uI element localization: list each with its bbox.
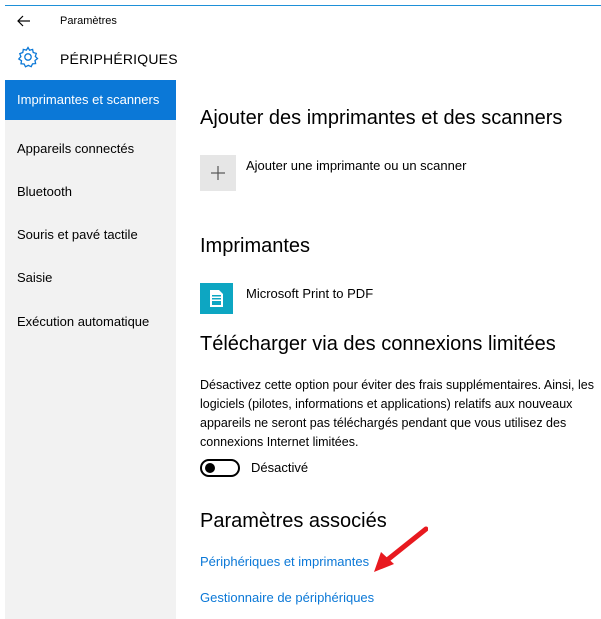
printer-glyph-icon (210, 290, 223, 307)
sidebar-item-label: Saisie (17, 270, 53, 285)
add-printer-button[interactable] (200, 155, 236, 191)
page-title: PÉRIPHÉRIQUES (60, 51, 178, 67)
sidebar-item-label: Bluetooth (17, 184, 72, 199)
sidebar-item-label: Appareils connectés (17, 141, 135, 156)
metered-toggle[interactable] (200, 459, 240, 477)
sidebar-item-connected-devices[interactable]: Appareils connectés (5, 129, 176, 169)
printer-name[interactable]: Microsoft Print to PDF (246, 286, 373, 301)
add-printer-label[interactable]: Ajouter une imprimante ou un scanner (246, 158, 466, 173)
sidebar-item-label: Souris et pavé tactile (17, 227, 138, 242)
printers-section-title: Imprimantes (200, 235, 311, 257)
window-title: Paramètres (60, 15, 117, 27)
devices-printers-link[interactable]: Périphériques et imprimantes (200, 554, 369, 569)
toggle-state-label: Désactivé (251, 460, 309, 475)
back-arrow-icon[interactable] (15, 12, 33, 30)
main-content: Ajouter des imprimantes et des scanners … (176, 80, 601, 619)
page-header: PÉRIPHÉRIQUES (5, 44, 601, 78)
sidebar-item-printers-scanners[interactable]: Imprimantes et scanners (5, 80, 176, 120)
plus-icon (211, 166, 225, 180)
sidebar-item-bluetooth[interactable]: Bluetooth (5, 172, 176, 212)
toggle-knob (205, 463, 215, 473)
metered-description: Désactivez cette option pour éviter des … (200, 378, 594, 449)
red-arrow-icon (374, 526, 428, 572)
sidebar-item-autoplay[interactable]: Exécution automatique (5, 302, 176, 342)
title-bar: Paramètres (5, 5, 601, 36)
pdf-printer-icon[interactable] (200, 283, 233, 314)
sidebar-item-typing[interactable]: Saisie (5, 258, 176, 298)
sidebar-item-mouse-touchpad[interactable]: Souris et pavé tactile (5, 215, 176, 255)
settings-window: Paramètres PÉRIPHÉRIQUES Imprimantes et … (5, 5, 601, 619)
related-section-title: Paramètres associés (200, 510, 387, 532)
add-section-title: Ajouter des imprimantes et des scanners (200, 107, 563, 129)
gear-icon (17, 46, 39, 68)
device-manager-link[interactable]: Gestionnaire de périphériques (200, 590, 374, 605)
sidebar: Imprimantes et scanners Appareils connec… (5, 80, 176, 619)
metered-section-title: Télécharger via des connexions limitées (200, 333, 556, 355)
sidebar-item-label: Exécution automatique (17, 314, 150, 329)
sidebar-item-label: Imprimantes et scanners (17, 92, 160, 107)
